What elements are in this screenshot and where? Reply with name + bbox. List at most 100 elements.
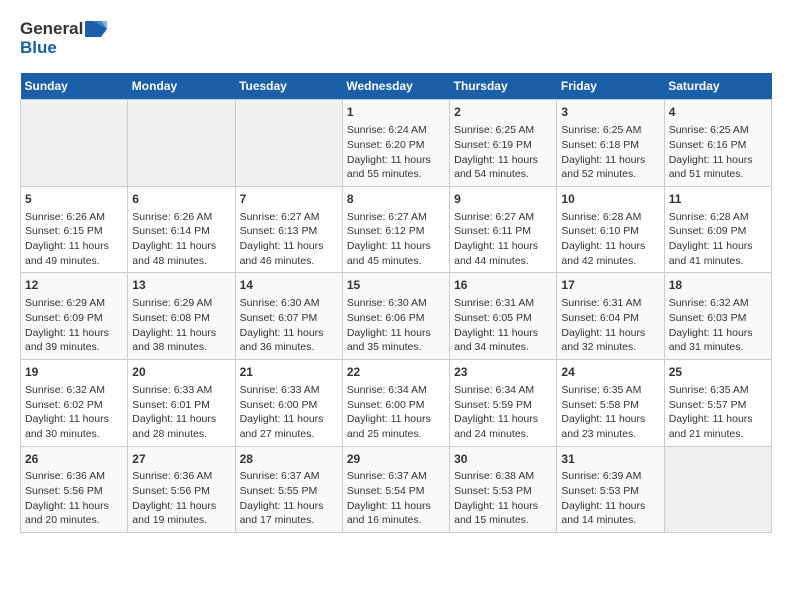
day-number: 2 [454, 104, 552, 121]
day-info: Sunrise: 6:39 AM Sunset: 5:53 PM Dayligh… [561, 469, 659, 528]
weekday-row: SundayMondayTuesdayWednesdayThursdayFrid… [21, 73, 772, 100]
day-info: Sunrise: 6:27 AM Sunset: 6:12 PM Dayligh… [347, 210, 445, 269]
day-number: 21 [240, 364, 338, 381]
calendar-cell: 25Sunrise: 6:35 AM Sunset: 5:57 PM Dayli… [664, 360, 771, 447]
logo-blue: Blue [20, 39, 107, 58]
day-number: 3 [561, 104, 659, 121]
day-number: 10 [561, 191, 659, 208]
calendar-cell [21, 100, 128, 187]
day-info: Sunrise: 6:34 AM Sunset: 6:00 PM Dayligh… [347, 383, 445, 442]
calendar-cell: 22 Sunrise: 6:34 AM Sunset: 6:00 PM Dayli… [342, 360, 449, 447]
day-info: Sunrise: 6:30 AM Sunset: 6:06 PM Dayligh… [347, 296, 445, 355]
weekday-header-sunday: Sunday [21, 73, 128, 100]
weekday-header-tuesday: Tuesday [235, 73, 342, 100]
day-info: Sunrise: 6:36 AM Sunset: 5:56 PM Dayligh… [132, 469, 230, 528]
day-number: 13 [132, 277, 230, 294]
day-info: Sunrise: 6:27 AM Sunset: 6:13 PM Dayligh… [240, 210, 338, 269]
day-info: Sunrise: 6:31 AM Sunset: 6:05 PM Dayligh… [454, 296, 552, 355]
day-info: Sunrise: 6:27 AM Sunset: 6:11 PM Dayligh… [454, 210, 552, 269]
day-number: 19 [25, 364, 123, 381]
day-number: 18 [669, 277, 767, 294]
calendar-cell: 13 Sunrise: 6:29 AM Sunset: 6:08 PM Dayli… [128, 273, 235, 360]
day-number: 20 [132, 364, 230, 381]
calendar-cell: 16 Sunrise: 6:31 AM Sunset: 6:05 PM Dayli… [450, 273, 557, 360]
day-number: 30 [454, 451, 552, 468]
day-number: 16 [454, 277, 552, 294]
logo-arrow-icon [85, 21, 107, 37]
day-info: Sunrise: 6:29 AM Sunset: 6:08 PM Dayligh… [132, 296, 230, 355]
calendar-cell: 20 Sunrise: 6:33 AM Sunset: 6:01 PM Dayli… [128, 360, 235, 447]
day-info: Sunrise: 6:32 AM Sunset: 6:03 PM Dayligh… [669, 296, 767, 355]
calendar-week-1: 5 Sunrise: 6:26 AM Sunset: 6:15 PM Daylig… [21, 186, 772, 273]
calendar-week-3: 19 Sunrise: 6:32 AM Sunset: 6:02 PM Dayli… [21, 360, 772, 447]
day-number: 8 [347, 191, 445, 208]
day-info: Sunrise: 6:28 AM Sunset: 6:10 PM Dayligh… [561, 210, 659, 269]
day-info: Sunrise: 6:31 AM Sunset: 6:04 PM Dayligh… [561, 296, 659, 355]
weekday-header-thursday: Thursday [450, 73, 557, 100]
day-number: 1 [347, 104, 445, 121]
calendar-cell: 10 Sunrise: 6:28 AM Sunset: 6:10 PM Dayli… [557, 186, 664, 273]
calendar-cell: 18 Sunrise: 6:32 AM Sunset: 6:03 PM Dayli… [664, 273, 771, 360]
day-info: Sunrise: 6:25 AM Sunset: 6:18 PM Dayligh… [561, 123, 659, 182]
day-number: 4 [669, 104, 767, 121]
day-info: Sunrise: 6:24 AM Sunset: 6:20 PM Dayligh… [347, 123, 445, 182]
calendar-cell: 17 Sunrise: 6:31 AM Sunset: 6:04 PM Dayli… [557, 273, 664, 360]
calendar-cell: 31Sunrise: 6:39 AM Sunset: 5:53 PM Dayli… [557, 446, 664, 533]
calendar-cell: 28Sunrise: 6:37 AM Sunset: 5:55 PM Dayli… [235, 446, 342, 533]
weekday-header-wednesday: Wednesday [342, 73, 449, 100]
calendar-cell: 8 Sunrise: 6:27 AM Sunset: 6:12 PM Daylig… [342, 186, 449, 273]
calendar-cell: 11 Sunrise: 6:28 AM Sunset: 6:09 PM Dayli… [664, 186, 771, 273]
day-info: Sunrise: 6:26 AM Sunset: 6:15 PM Dayligh… [25, 210, 123, 269]
calendar-cell: 30Sunrise: 6:38 AM Sunset: 5:53 PM Dayli… [450, 446, 557, 533]
day-number: 27 [132, 451, 230, 468]
day-number: 7 [240, 191, 338, 208]
calendar-cell: 24 Sunrise: 6:35 AM Sunset: 5:58 PM Dayli… [557, 360, 664, 447]
day-number: 5 [25, 191, 123, 208]
day-info: Sunrise: 6:26 AM Sunset: 6:14 PM Dayligh… [132, 210, 230, 269]
weekday-header-monday: Monday [128, 73, 235, 100]
day-info: Sunrise: 6:35 AM Sunset: 5:58 PM Dayligh… [561, 383, 659, 442]
day-info: Sunrise: 6:35 AM Sunset: 5:57 PM Dayligh… [669, 383, 767, 442]
logo-general: General [20, 20, 83, 39]
day-info: Sunrise: 6:30 AM Sunset: 6:07 PM Dayligh… [240, 296, 338, 355]
day-number: 26 [25, 451, 123, 468]
day-info: Sunrise: 6:33 AM Sunset: 6:00 PM Dayligh… [240, 383, 338, 442]
day-number: 17 [561, 277, 659, 294]
day-number: 31 [561, 451, 659, 468]
calendar-week-4: 26Sunrise: 6:36 AM Sunset: 5:56 PM Dayli… [21, 446, 772, 533]
day-info: Sunrise: 6:36 AM Sunset: 5:56 PM Dayligh… [25, 469, 123, 528]
day-number: 24 [561, 364, 659, 381]
day-info: Sunrise: 6:34 AM Sunset: 5:59 PM Dayligh… [454, 383, 552, 442]
day-info: Sunrise: 6:28 AM Sunset: 6:09 PM Dayligh… [669, 210, 767, 269]
weekday-header-friday: Friday [557, 73, 664, 100]
logo: General Blue [20, 20, 107, 57]
page-header: General Blue [20, 20, 772, 57]
day-info: Sunrise: 6:33 AM Sunset: 6:01 PM Dayligh… [132, 383, 230, 442]
calendar-cell: 23Sunrise: 6:34 AM Sunset: 5:59 PM Dayli… [450, 360, 557, 447]
calendar-cell: 14 Sunrise: 6:30 AM Sunset: 6:07 PM Dayli… [235, 273, 342, 360]
calendar-week-2: 12Sunrise: 6:29 AM Sunset: 6:09 PM Dayli… [21, 273, 772, 360]
calendar-cell: 12Sunrise: 6:29 AM Sunset: 6:09 PM Dayli… [21, 273, 128, 360]
calendar-cell: 3 Sunrise: 6:25 AM Sunset: 6:18 PM Daylig… [557, 100, 664, 187]
day-number: 14 [240, 277, 338, 294]
day-info: Sunrise: 6:32 AM Sunset: 6:02 PM Dayligh… [25, 383, 123, 442]
day-number: 15 [347, 277, 445, 294]
calendar-cell [235, 100, 342, 187]
calendar-cell [664, 446, 771, 533]
day-info: Sunrise: 6:37 AM Sunset: 5:54 PM Dayligh… [347, 469, 445, 528]
calendar-cell: 7 Sunrise: 6:27 AM Sunset: 6:13 PM Daylig… [235, 186, 342, 273]
calendar-cell: 6 Sunrise: 6:26 AM Sunset: 6:14 PM Daylig… [128, 186, 235, 273]
day-number: 9 [454, 191, 552, 208]
calendar-cell: 26Sunrise: 6:36 AM Sunset: 5:56 PM Dayli… [21, 446, 128, 533]
calendar-header: SundayMondayTuesdayWednesdayThursdayFrid… [21, 73, 772, 100]
calendar-cell: 2Sunrise: 6:25 AM Sunset: 6:19 PM Daylig… [450, 100, 557, 187]
day-number: 28 [240, 451, 338, 468]
day-info: Sunrise: 6:38 AM Sunset: 5:53 PM Dayligh… [454, 469, 552, 528]
day-number: 6 [132, 191, 230, 208]
day-number: 29 [347, 451, 445, 468]
weekday-header-saturday: Saturday [664, 73, 771, 100]
logo-text-block: General Blue [20, 20, 107, 57]
day-number: 22 [347, 364, 445, 381]
calendar-cell: 15 Sunrise: 6:30 AM Sunset: 6:06 PM Dayli… [342, 273, 449, 360]
day-number: 11 [669, 191, 767, 208]
